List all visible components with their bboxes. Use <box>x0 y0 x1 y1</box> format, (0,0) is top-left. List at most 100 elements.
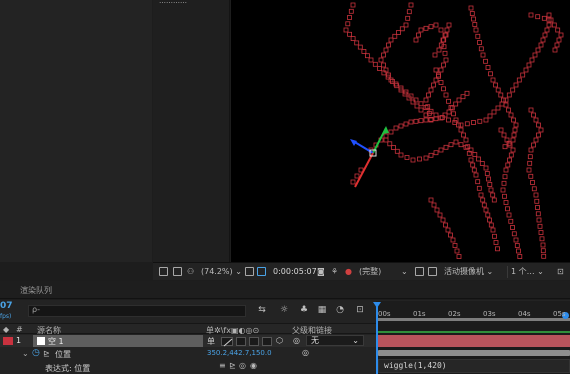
stopwatch-icon[interactable]: ◷ <box>32 348 40 358</box>
region-of-interest-icon[interactable] <box>415 267 424 276</box>
expression-enable-icon[interactable]: ≡ <box>219 361 226 370</box>
motion-path-keyframe <box>423 97 429 103</box>
motion-path-keyframe <box>512 127 518 133</box>
motion-path-keyframe <box>426 92 431 98</box>
motion-path-keyframe <box>438 67 444 73</box>
motion-path-keyframe <box>414 103 420 109</box>
3d-layer-switch-icon[interactable]: ⬡ <box>276 336 283 345</box>
motion-path-keyframe <box>446 117 451 123</box>
motion-path-keyframe <box>464 121 470 127</box>
frame-blending-icon[interactable]: ▦ <box>316 305 328 316</box>
motion-path-keyframe <box>468 5 474 11</box>
shy-layers-icon[interactable]: ♣ <box>298 305 310 316</box>
pickwhip-icon[interactable]: ◎ <box>302 348 309 357</box>
effects-switch[interactable] <box>236 337 246 346</box>
motion-path-keyframe <box>488 222 494 228</box>
motion-path-keyframe <box>477 118 483 124</box>
resolution-dropdown[interactable]: (完整) <box>359 266 381 278</box>
motion-path-keyframe <box>508 152 514 158</box>
layer-number-column[interactable]: # <box>16 325 23 334</box>
label-column-icon[interactable]: ◆ <box>3 325 9 334</box>
frame-rate-label: fps) <box>0 313 12 320</box>
motion-path-keyframe <box>492 233 497 239</box>
monitor-icon[interactable] <box>173 267 182 276</box>
draft-3d-icon[interactable]: ☼ <box>278 305 290 316</box>
layer-color-label[interactable] <box>3 337 13 345</box>
mask-visibility-icon[interactable]: ⚇ <box>187 266 194 278</box>
motion-path-keyframe <box>493 82 499 88</box>
quality-switch[interactable] <box>221 337 233 347</box>
motion-path-keyframe <box>527 154 533 160</box>
motion-path-keyframe <box>503 200 509 205</box>
more-options-icon[interactable]: ⊡ <box>557 266 564 278</box>
motion-blur-icon[interactable]: ◔ <box>334 305 346 316</box>
work-area-bar[interactable] <box>378 318 570 321</box>
chevron-down-icon[interactable]: ⌄ <box>401 266 408 278</box>
motion-path-keyframe <box>481 202 487 208</box>
current-time[interactable]: 07 <box>0 301 13 311</box>
column-header: ◆ # 源名称 单✲\fx▣◐◎⊙ 父级和链接 <box>0 323 376 335</box>
expression-graph-icon[interactable]: ⊵ <box>229 361 236 370</box>
motion-path-keyframe <box>485 65 491 70</box>
tab-render-queue[interactable]: 渲染队列 <box>20 285 52 296</box>
search-input[interactable] <box>28 305 246 317</box>
motion-path-keyframe <box>437 212 443 218</box>
viewer-timecode[interactable]: 0:00:05:07 <box>273 266 317 278</box>
motion-path-keyframe <box>452 243 458 248</box>
motion-path-keyframe <box>528 173 534 179</box>
layer-duration-bar[interactable] <box>378 335 570 347</box>
motion-path-keyframe <box>458 122 464 128</box>
graph-icon[interactable]: ⊵ <box>43 349 50 358</box>
parent-dropdown[interactable]: 无 ⌄ <box>306 335 364 346</box>
playhead-handle[interactable] <box>373 302 381 308</box>
divider <box>507 266 508 278</box>
motion-path-keyframe <box>438 27 444 33</box>
composition-viewer[interactable] <box>231 0 570 262</box>
zoom-dropdown[interactable]: (74.2%) ⌄ <box>201 266 242 278</box>
expression-label: 表达式: 位置 <box>45 364 91 373</box>
motion-path-keyframe <box>513 122 519 128</box>
transparency-icon[interactable] <box>428 267 437 276</box>
motion-path-keyframe <box>418 107 424 113</box>
motion-path-keyframe <box>537 223 543 229</box>
motion-path-keyframe <box>431 82 436 88</box>
motion-path-keyframe <box>535 205 540 210</box>
parent-dropdown-value: 无 <box>311 336 319 345</box>
pickwhip-icon[interactable]: ◎ <box>293 336 300 345</box>
show-snapshot-icon[interactable]: ⚘ <box>331 266 338 278</box>
expression-text[interactable]: wiggle(1,420) <box>384 361 447 370</box>
motion-path-keyframe <box>388 129 394 135</box>
motion-path-keyframe <box>506 107 511 113</box>
motion-blur-switch[interactable] <box>262 337 272 346</box>
expression-pickwhip-icon[interactable]: ◎ <box>239 361 246 370</box>
graph-editor-icon[interactable]: ⊡ <box>354 305 366 316</box>
motion-path-keyframe <box>458 127 464 133</box>
expand-chevron-icon[interactable]: ⌄ <box>22 349 29 358</box>
motion-path-keyframe <box>418 118 424 124</box>
motion-path-keyframe <box>528 147 534 153</box>
motion-path-keyframe <box>495 87 501 93</box>
motion-path-keyframe <box>471 167 477 173</box>
transparency-grid-icon[interactable] <box>257 267 266 276</box>
motion-path-keyframe <box>538 230 544 235</box>
motion-path-keyframe <box>491 197 497 203</box>
motion-path-keyframe <box>531 112 536 118</box>
motion-path-keyframe <box>480 197 486 203</box>
expression-language-menu-icon[interactable]: ◉ <box>250 361 257 370</box>
motion-path-keyframe <box>472 22 478 27</box>
comp-flowchart-icon[interactable]: ⇆ <box>256 305 268 316</box>
motion-path-keyframe <box>454 248 460 254</box>
grid-icon[interactable] <box>245 267 254 276</box>
motion-path-keyframe <box>476 156 481 162</box>
property-value[interactable]: 350.2,442.7,150.0 <box>207 349 272 357</box>
motion-path-keyframe <box>433 67 439 73</box>
camera-snapshot-icon[interactable]: ◙ <box>317 266 325 278</box>
snapshot-icon[interactable] <box>159 267 168 276</box>
views-dropdown[interactable]: 1 个… ⌄ <box>511 266 544 278</box>
color-channel-icon[interactable]: ● <box>345 266 352 278</box>
shy-switch-icon[interactable]: 单 <box>207 336 215 347</box>
motion-path-keyframe <box>531 186 537 192</box>
camera-dropdown[interactable]: 活动摄像机 ⌄ <box>444 266 493 278</box>
layer-name[interactable]: 空 1 <box>48 336 64 347</box>
frame-blend-switch[interactable] <box>249 337 259 346</box>
